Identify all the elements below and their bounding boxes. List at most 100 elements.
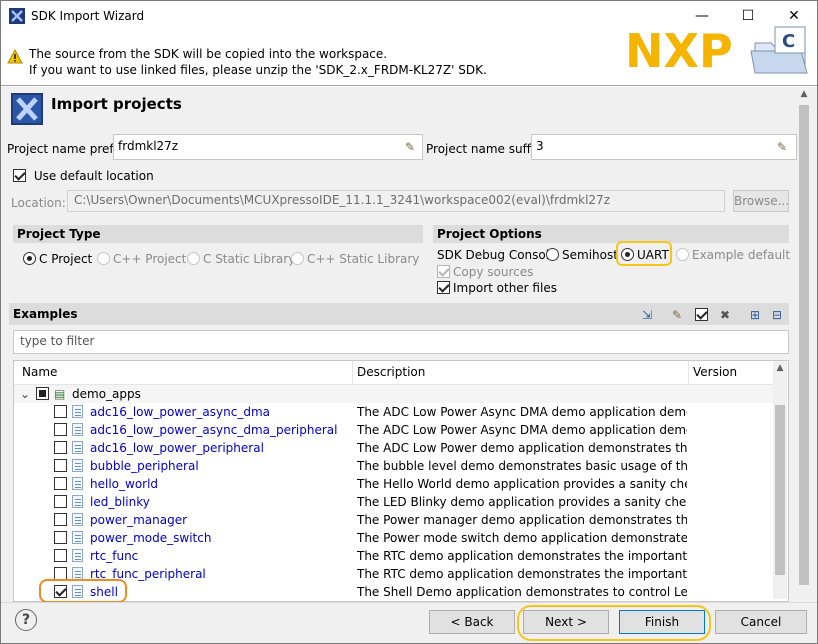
project-name-prefix-value: frdmkl27z (118, 139, 179, 153)
page-title: Import projects (51, 95, 182, 113)
row-checkbox[interactable] (54, 441, 67, 454)
example-description: The ADC Low Power Async DMA demo applica… (357, 405, 687, 419)
project-options-heading: Project Options (433, 225, 789, 243)
c-badge-text: C (782, 31, 795, 52)
list-item[interactable]: rtc_func_peripheral The RTC demo applicat… (14, 565, 774, 583)
main-scrollbar[interactable]: ▲ (797, 87, 811, 602)
nxp-logo: NXP (625, 25, 733, 73)
example-name: power_manager (90, 513, 188, 527)
example-description: The ADC Low Power demo application demon… (357, 441, 687, 455)
list-item[interactable]: adc16_low_power_peripheral The ADC Low Po… (14, 439, 774, 457)
project-name-prefix-input[interactable]: frdmkl27z (113, 134, 423, 160)
row-checkbox[interactable] (54, 585, 67, 598)
use-default-location-checkbox[interactable]: Use default location (13, 169, 154, 183)
row-checkbox[interactable] (54, 459, 67, 472)
list-item[interactable]: bubble_peripheral The bubble level demo d… (14, 457, 774, 475)
list-item[interactable]: rtc_func The RTC demo application demonst… (14, 547, 774, 565)
example-description: The bubble level demo demonstrates basic… (357, 459, 687, 473)
tree-group-demo-apps[interactable]: ⌄ ▤ demo_apps (14, 385, 774, 403)
radio-icon (546, 248, 559, 261)
row-checkbox[interactable] (54, 549, 67, 562)
column-name[interactable]: Name (22, 365, 57, 379)
import-icon[interactable]: ⇲ (639, 307, 655, 323)
group-label: demo_apps (72, 387, 141, 401)
next-button[interactable]: Next > (523, 610, 609, 634)
suffix-clear-icon[interactable]: ✎ (771, 137, 793, 157)
example-name: led_blinky (90, 495, 150, 509)
list-item[interactable]: hello_world The Hello World demo applicat… (14, 475, 774, 493)
row-checkbox[interactable] (54, 423, 67, 436)
example-description: The LED Blinky demo application provides… (357, 495, 687, 509)
row-checkbox[interactable] (54, 405, 67, 418)
column-version[interactable]: Version (693, 365, 737, 379)
finish-button[interactable]: Finish (619, 610, 705, 634)
list-item[interactable]: led_blinky The LED Blinky demo applicatio… (14, 493, 774, 511)
example-name: power_mode_switch (90, 531, 212, 545)
import-other-files-checkbox[interactable]: Import other files (437, 281, 557, 295)
row-checkbox[interactable] (54, 495, 67, 508)
checkbox-icon (437, 265, 450, 278)
project-name-suffix-input[interactable]: 3 (531, 134, 797, 160)
radio-uart[interactable]: UART (621, 248, 669, 262)
help-icon[interactable]: ? (15, 609, 37, 631)
radio-project-type-3[interactable]: C++ Static Library (291, 252, 419, 266)
project-name-prefix-label: Project name prefix: (7, 142, 129, 156)
example-name: adc16_low_power_async_dma (90, 405, 270, 419)
list-item[interactable]: adc16_low_power_async_dma_peripheral The … (14, 421, 774, 439)
example-description: The Power mode switch demo application d… (357, 531, 687, 545)
main-scroll-thumb[interactable] (799, 105, 809, 585)
location-value: C:\Users\Owner\Documents\MCUXpressoIDE_1… (74, 193, 610, 207)
list-item[interactable]: power_manager The Power manager demo appl… (14, 511, 774, 529)
radio-label: C++ Project (113, 252, 187, 266)
radio-semihost[interactable]: Semihost (546, 248, 618, 262)
example-name: adc16_low_power_peripheral (90, 441, 264, 455)
collapse-all-icon[interactable]: ⊟ (769, 307, 785, 323)
expand-all-icon[interactable]: ⊞ (747, 307, 763, 323)
project-file-icon (72, 423, 83, 436)
use-default-location-label: Use default location (33, 169, 154, 183)
filter-placeholder: type to filter (20, 334, 95, 348)
tree-scroll-thumb[interactable] (775, 405, 785, 575)
list-item[interactable]: adc16_low_power_async_dma The ADC Low Pow… (14, 403, 774, 421)
chevron-down-icon[interactable]: ⌄ (20, 387, 30, 401)
radio-example-default[interactable]: Example default (676, 248, 790, 262)
project-file-icon (72, 531, 83, 544)
copy-sources-checkbox[interactable]: Copy sources (437, 265, 533, 279)
cancel-button[interactable]: Cancel (715, 610, 807, 634)
row-checkbox[interactable] (54, 513, 67, 526)
select-all-icon[interactable] (693, 307, 709, 323)
prefix-clear-icon[interactable]: ✎ (399, 137, 421, 157)
window-title: SDK Import Wizard (31, 9, 145, 23)
import-projects-icon (11, 93, 43, 125)
row-checkbox[interactable] (54, 477, 67, 490)
back-button[interactable]: < Back (429, 610, 515, 634)
browse-button[interactable]: Browse... (733, 190, 789, 212)
project-name-suffix-value: 3 (536, 139, 544, 153)
project-type-options: C Project C++ Project C Static Library C++ … (23, 252, 423, 270)
radio-project-type-1[interactable]: C++ Project (97, 252, 186, 266)
folder-icon: ▤ (54, 387, 66, 401)
example-description: The RTC demo application demonstrates th… (357, 567, 687, 581)
radio-project-type-0[interactable]: C Project (23, 252, 92, 266)
list-item[interactable]: power_mode_switch The Power mode switch d… (14, 529, 774, 547)
examples-filter-input[interactable]: type to filter (13, 330, 789, 354)
example-name: rtc_func_peripheral (90, 567, 206, 581)
radio-label: C Project (39, 252, 93, 266)
clear-selection-icon[interactable]: ✎ (669, 307, 685, 323)
example-description: The Hello World demo application provide… (357, 477, 687, 491)
row-checkbox[interactable] (54, 567, 67, 580)
list-item[interactable]: shell The Shell Demo application demonstr… (14, 583, 774, 601)
radio-label: C Static Library (203, 252, 296, 266)
examples-tree: Name Description Version ⌄ ▤ demo_apps a… (13, 360, 789, 602)
radio-project-type-2[interactable]: C Static Library (187, 252, 295, 266)
tree-scrollbar[interactable]: ▲ (773, 361, 787, 599)
radio-icon (97, 252, 110, 265)
group-checkbox[interactable] (36, 387, 49, 400)
row-checkbox[interactable] (54, 531, 67, 544)
column-description[interactable]: Description (357, 365, 425, 379)
deselect-all-icon[interactable]: ✖ (717, 307, 733, 323)
checkbox-icon (437, 281, 450, 294)
location-input[interactable]: C:\Users\Owner\Documents\MCUXpressoIDE_1… (67, 190, 725, 212)
example-description: The ADC Low Power Async DMA demo applica… (357, 423, 687, 437)
sdk-import-wizard-window: SDK Import Wizard — ☐ ✕ The source from … (0, 0, 818, 644)
